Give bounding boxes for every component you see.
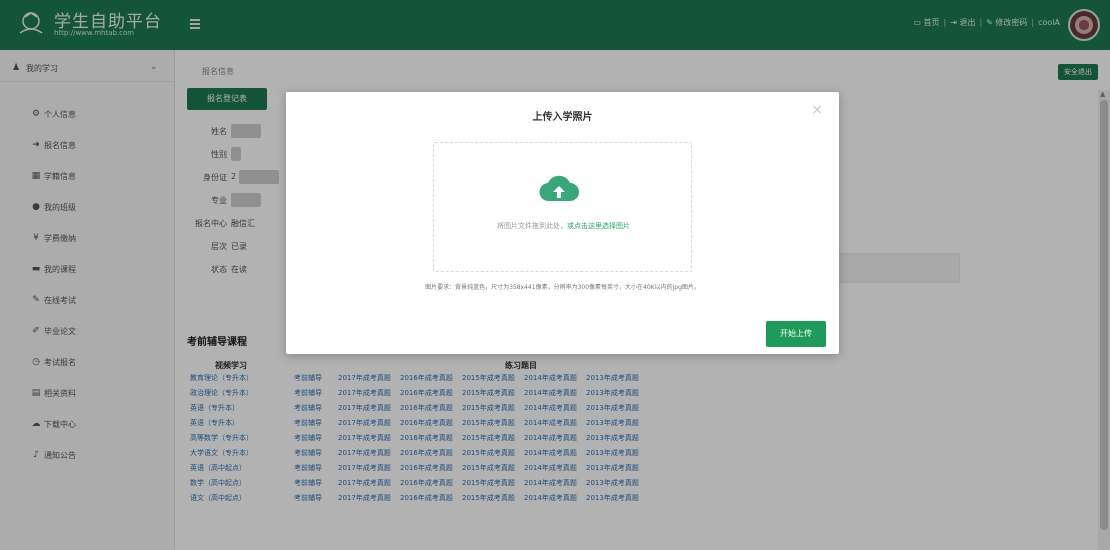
- dropzone-text: 将图片文件拖到此处，或点击这里选择图片: [497, 222, 630, 230]
- cloud-upload-icon: [539, 175, 579, 202]
- close-icon[interactable]: ×: [811, 102, 823, 118]
- upload-photo-dialog: 上传入学照片 × 将图片文件拖到此处，或点击这里选择图片 图片要求：背景纯蓝色，…: [286, 92, 839, 354]
- choose-file-link[interactable]: 或点击这里选择图片: [567, 222, 630, 230]
- start-upload-button[interactable]: 开始上传: [766, 321, 826, 347]
- dialog-title: 上传入学照片: [532, 112, 593, 123]
- file-dropzone[interactable]: 将图片文件拖到此处，或点击这里选择图片: [433, 142, 692, 272]
- photo-requirements: 图片要求：背景纯蓝色，尺寸为358x441像素，分辨率为300像素每英寸，大小在…: [425, 284, 700, 291]
